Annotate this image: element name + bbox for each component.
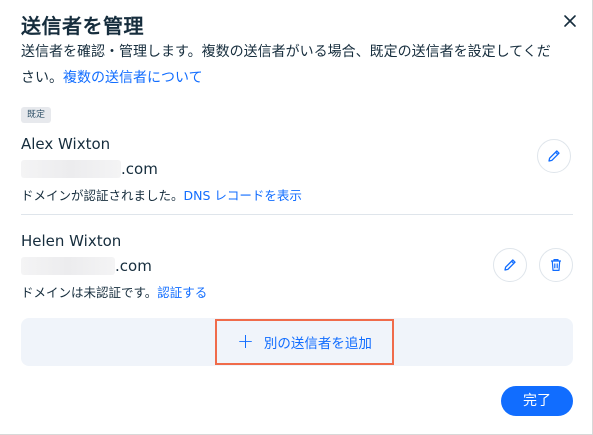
plus-icon: +	[237, 329, 254, 353]
edit-sender-button[interactable]	[493, 248, 527, 282]
sender-item: Alex Wixton .com ドメインが認証されました。DNS レコードを表…	[21, 134, 573, 205]
close-icon	[564, 15, 576, 27]
default-badge: 既定	[21, 107, 52, 123]
sender-email: .com	[21, 159, 573, 179]
email-redacted	[21, 160, 121, 178]
sender-item: Helen Wixton .com ドメインは未認証です。認証する	[21, 231, 573, 302]
add-sender-label: 別の送信者を追加	[263, 336, 372, 352]
done-button[interactable]: 完了	[501, 386, 573, 416]
delete-sender-button[interactable]	[539, 248, 573, 282]
view-dns-records-link[interactable]: DNS レコードを表示	[184, 188, 302, 203]
divider	[21, 214, 573, 215]
edit-icon	[504, 259, 516, 271]
add-sender-button[interactable]: + 別の送信者を追加	[215, 319, 394, 365]
email-domain: .com	[115, 257, 152, 275]
edit-icon	[548, 150, 560, 162]
edit-sender-button[interactable]	[537, 139, 571, 173]
status-text: ドメインが認証されました。	[21, 188, 184, 203]
manage-senders-dialog: 送信者を管理 送信者を確認・管理します。複数の送信者がいる場合、既定の送信者を設…	[0, 0, 593, 435]
verify-domain-link[interactable]: 認証する	[157, 285, 207, 300]
sender-email: .com	[21, 256, 573, 276]
dialog-subtitle: 送信者を確認・管理します。複数の送信者がいる場合、既定の送信者を設定してください…	[21, 39, 561, 91]
dialog-title: 送信者を管理	[21, 14, 144, 38]
domain-status: ドメインが認証されました。DNS レコードを表示	[21, 187, 573, 205]
multiple-senders-link[interactable]: 複数の送信者について	[63, 70, 203, 86]
sender-name: Alex Wixton	[21, 135, 111, 153]
close-button[interactable]	[558, 9, 582, 33]
sender-name: Helen Wixton	[21, 232, 122, 250]
email-domain: .com	[121, 160, 158, 178]
delete-icon	[551, 259, 561, 271]
status-text: ドメインは未認証です。	[21, 285, 158, 300]
email-redacted	[21, 257, 115, 275]
domain-status: ドメインは未認証です。認証する	[21, 284, 573, 302]
